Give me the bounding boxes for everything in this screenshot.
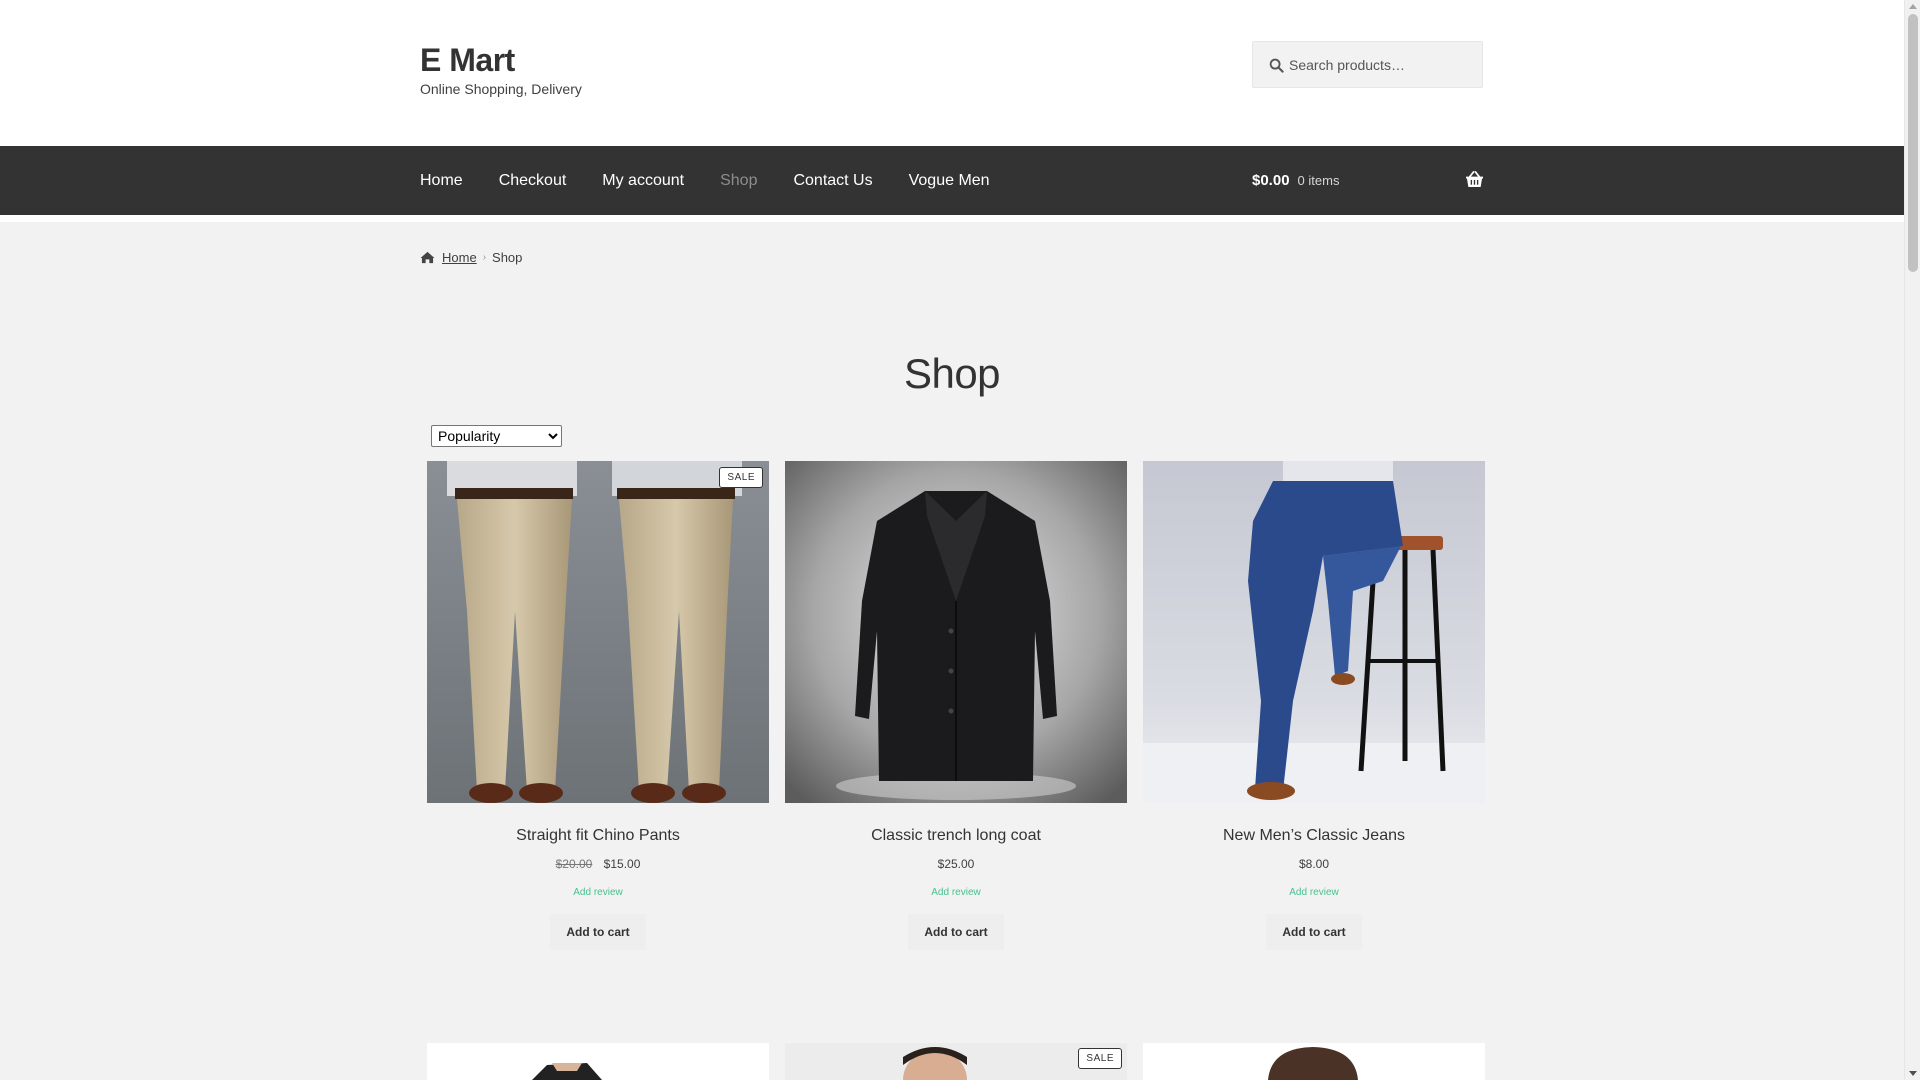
scroll-down-arrow-icon[interactable] [1909,1071,1917,1076]
search-icon [1269,58,1284,73]
basket-icon[interactable] [1465,171,1484,188]
add-to-cart-button[interactable]: Add to cart [550,914,646,950]
product-price: $25.00 [937,857,975,871]
product-image-partial [785,1043,1127,1080]
nav-item-shop[interactable]: Shop [720,172,757,190]
add-to-cart-button[interactable]: Add to cart [1266,914,1362,950]
breadcrumb-separator-icon: › [482,252,487,263]
product-card: Classic trench long coat $25.00 Add revi… [785,461,1127,950]
product-title[interactable]: Classic trench long coat [785,827,1127,845]
search-input[interactable] [1289,42,1479,87]
site-description: Online Shopping, Delivery [420,81,582,97]
product-image-link[interactable] [785,461,1127,803]
breadcrumb: Home › Shop [420,250,522,265]
page: E Mart Online Shopping, Delivery Home Ch… [0,0,1904,1080]
product-sale-price: $15.00 [603,857,641,871]
sale-badge: SALE [719,467,763,488]
add-to-cart-button[interactable]: Add to cart [908,914,1004,950]
cart-amount: $0.00 [1252,172,1290,189]
product-image-classic-jeans [1143,461,1485,803]
search-box[interactable] [1252,41,1483,88]
header-cart[interactable]: $0.00 0 items [1252,146,1484,215]
add-review-link[interactable]: Add review [427,887,769,898]
product-image-trench-coat [785,461,1127,803]
scrollbar-thumb[interactable] [1908,14,1918,272]
add-review-link[interactable]: Add review [1143,887,1485,898]
product-title[interactable]: New Men’s Classic Jeans [1143,827,1485,845]
cart-count: 0 items [1297,173,1340,188]
product-image-link[interactable] [1143,461,1485,803]
product-image-partial [427,1043,769,1080]
nav-item-vogue-men[interactable]: Vogue Men [909,172,990,190]
home-icon [420,251,435,264]
nav-item-my-account[interactable]: My account [602,172,684,190]
scroll-up-arrow-icon[interactable] [1909,4,1917,9]
primary-navigation: Home Checkout My account Shop Contact Us… [0,146,1904,215]
nav-item-home[interactable]: Home [420,172,463,190]
site-title[interactable]: E Mart [420,40,582,80]
sort-select[interactable]: Popularity [431,425,562,447]
product-image-link[interactable]: SALE [427,461,769,803]
page-scrollbar[interactable] [1904,0,1920,1080]
product-image-link[interactable]: SALE [785,1043,1127,1080]
product-row-2: SALE [0,1043,1904,1080]
breadcrumb-home-link[interactable]: Home [442,250,477,265]
page-title: Shop [903,350,1001,397]
breadcrumb-current: Shop [492,250,523,265]
product-card: New Men’s Classic Jeans $8.00 Add review… [1143,461,1485,950]
product-image-partial [1143,1043,1485,1080]
product-old-price: $20.00 [555,857,593,871]
nav-divider [0,215,1904,222]
site-header: E Mart Online Shopping, Delivery [0,0,1904,146]
product-title[interactable]: Straight fit Chino Pants [427,827,769,845]
product-image-link[interactable] [427,1043,769,1080]
product-image-chino-pants [427,461,769,803]
product-price: $8.00 [1298,857,1330,871]
add-review-link[interactable]: Add review [785,887,1127,898]
main-content: Home › Shop Shop Popularity SALE Straigh… [0,222,1904,1080]
brand: E Mart Online Shopping, Delivery [420,40,582,97]
product-image-link[interactable] [1143,1043,1485,1080]
nav-item-contact-us[interactable]: Contact Us [793,172,872,190]
sale-badge: SALE [1078,1048,1122,1069]
product-price: $20.00 $15.00 [427,857,769,871]
product-card: SALE Straight fit Chino Pants $20.00 $15… [427,461,769,950]
nav-item-checkout[interactable]: Checkout [499,172,567,190]
nav-menu: Home Checkout My account Shop Contact Us… [420,146,1026,215]
